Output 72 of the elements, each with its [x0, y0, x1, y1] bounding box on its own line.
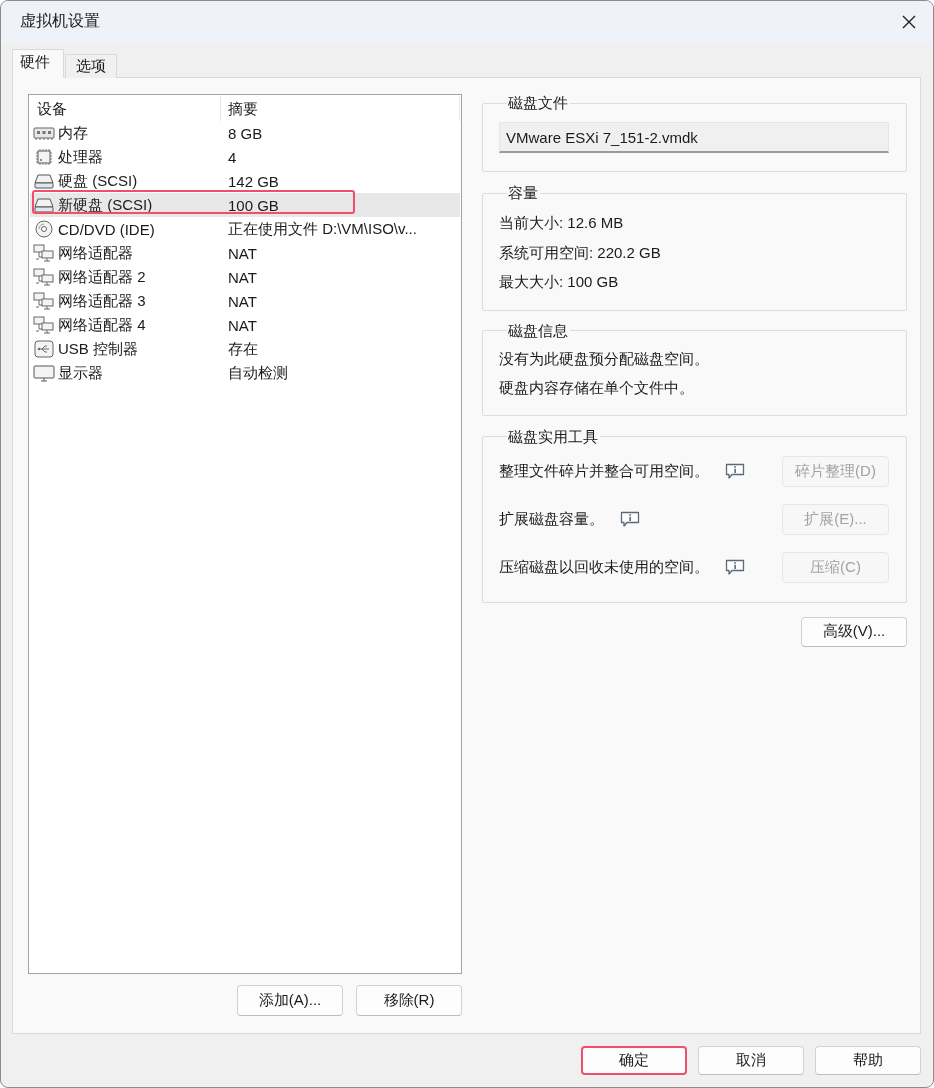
- list-row[interactable]: 网络适配器 4 NAT: [30, 313, 460, 337]
- device-name: 网络适配器 3: [58, 291, 147, 311]
- device-summary: 100 GB: [228, 196, 279, 214]
- tab[interactable]: 选项: [65, 54, 117, 78]
- chip-icon: [33, 148, 55, 166]
- device-name: 硬盘 (SCSI): [58, 171, 139, 191]
- list-row[interactable]: 网络适配器 NAT: [30, 241, 460, 265]
- tab[interactable]: 硬件: [12, 49, 64, 78]
- device-name: USB 控制器: [58, 339, 139, 359]
- device-summary: 自动检测: [228, 363, 288, 383]
- list-row[interactable]: 网络适配器 3 NAT: [30, 289, 460, 313]
- device-summary: 4: [228, 148, 237, 166]
- network-icon: [33, 268, 55, 286]
- list-row[interactable]: 处理器 4: [30, 145, 460, 169]
- close-icon: [902, 14, 916, 29]
- device-summary: NAT: [228, 292, 257, 310]
- device-summary: 正在使用文件 D:\VM\ISO\v...: [228, 219, 417, 239]
- network-icon: [33, 316, 55, 334]
- device-name: 新硬盘 (SCSI): [58, 195, 154, 215]
- list-row[interactable]: 硬盘 (SCSI) 142 GB: [30, 169, 460, 193]
- button[interactable]: 移除(R): [356, 985, 462, 1016]
- device-summary: NAT: [228, 268, 257, 286]
- device-name: 网络适配器 4: [58, 315, 147, 335]
- network-icon: [33, 292, 55, 310]
- network-icon: [33, 244, 55, 262]
- device-summary: 8 GB: [228, 124, 263, 142]
- group-title: 容量: [507, 184, 539, 202]
- list-row[interactable]: 显示器 自动检测: [30, 361, 460, 385]
- group-title: 磁盘实用工具: [507, 427, 599, 446]
- info-bubble-icon: [725, 558, 745, 576]
- list-row[interactable]: USB 控制器 存在: [30, 337, 460, 361]
- column-header[interactable]: 设备: [30, 96, 221, 121]
- list-row[interactable]: CD/DVD (IDE) 正在使用文件 D:\VM\ISO\v...: [30, 217, 460, 241]
- monitor-icon: [33, 364, 55, 382]
- device-summary: NAT: [228, 316, 257, 334]
- button[interactable]: 确定: [581, 1046, 687, 1075]
- button[interactable]: 高级(V)...: [801, 616, 907, 647]
- device-name: 网络适配器: [58, 243, 134, 263]
- button[interactable]: 帮助: [815, 1046, 921, 1075]
- info-bubble-icon: [620, 510, 640, 528]
- button[interactable]: 取消: [698, 1046, 804, 1075]
- utility-text: 整理文件碎片并整合可用空间。: [499, 461, 709, 481]
- list-row[interactable]: 网络适配器 2 NAT: [30, 265, 460, 289]
- file-field[interactable]: VMware ESXi 7_151-2.vmdk: [499, 122, 889, 153]
- capacity-text: 最大大小: 100 GB: [499, 272, 620, 292]
- device-name: 网络适配器 2: [58, 267, 147, 287]
- list-row[interactable]: 新硬盘 (SCSI) 100 GB: [30, 193, 460, 217]
- button[interactable]: 添加(A)...: [237, 985, 343, 1016]
- list-row[interactable]: 内存 8 GB: [30, 121, 460, 145]
- disc-icon: [33, 220, 55, 238]
- info-text: 硬盘内容存储在单个文件中。: [499, 378, 695, 398]
- info-bubble-icon: [725, 462, 745, 480]
- info-text: 没有为此硬盘预分配磁盘空间。: [499, 348, 710, 369]
- window-title: 虚拟机设置: [20, 11, 100, 31]
- column-header[interactable]: 摘要: [221, 96, 460, 121]
- usb-icon: [33, 340, 55, 358]
- group-title: 磁盘信息: [507, 321, 569, 340]
- device-name: 内存: [58, 123, 89, 143]
- utility-text: 扩展磁盘容量。: [499, 509, 604, 529]
- drive-icon: [33, 172, 55, 190]
- device-name: 处理器: [58, 147, 104, 167]
- drive-icon: [33, 196, 55, 214]
- capacity-text: 系统可用空间: 220.2 GB: [499, 242, 662, 263]
- device-name: 显示器: [58, 363, 104, 383]
- utility-text: 压缩磁盘以回收未使用的空间。: [499, 557, 709, 577]
- device-summary: 存在: [228, 339, 258, 359]
- device-name: CD/DVD (IDE): [58, 220, 156, 238]
- memory-module-icon: [33, 124, 55, 142]
- device-summary: NAT: [228, 244, 257, 262]
- group-title: 磁盘文件: [507, 94, 569, 112]
- capacity-text: 当前大小: 12.6 MB: [499, 213, 625, 233]
- device-summary: 142 GB: [228, 172, 279, 190]
